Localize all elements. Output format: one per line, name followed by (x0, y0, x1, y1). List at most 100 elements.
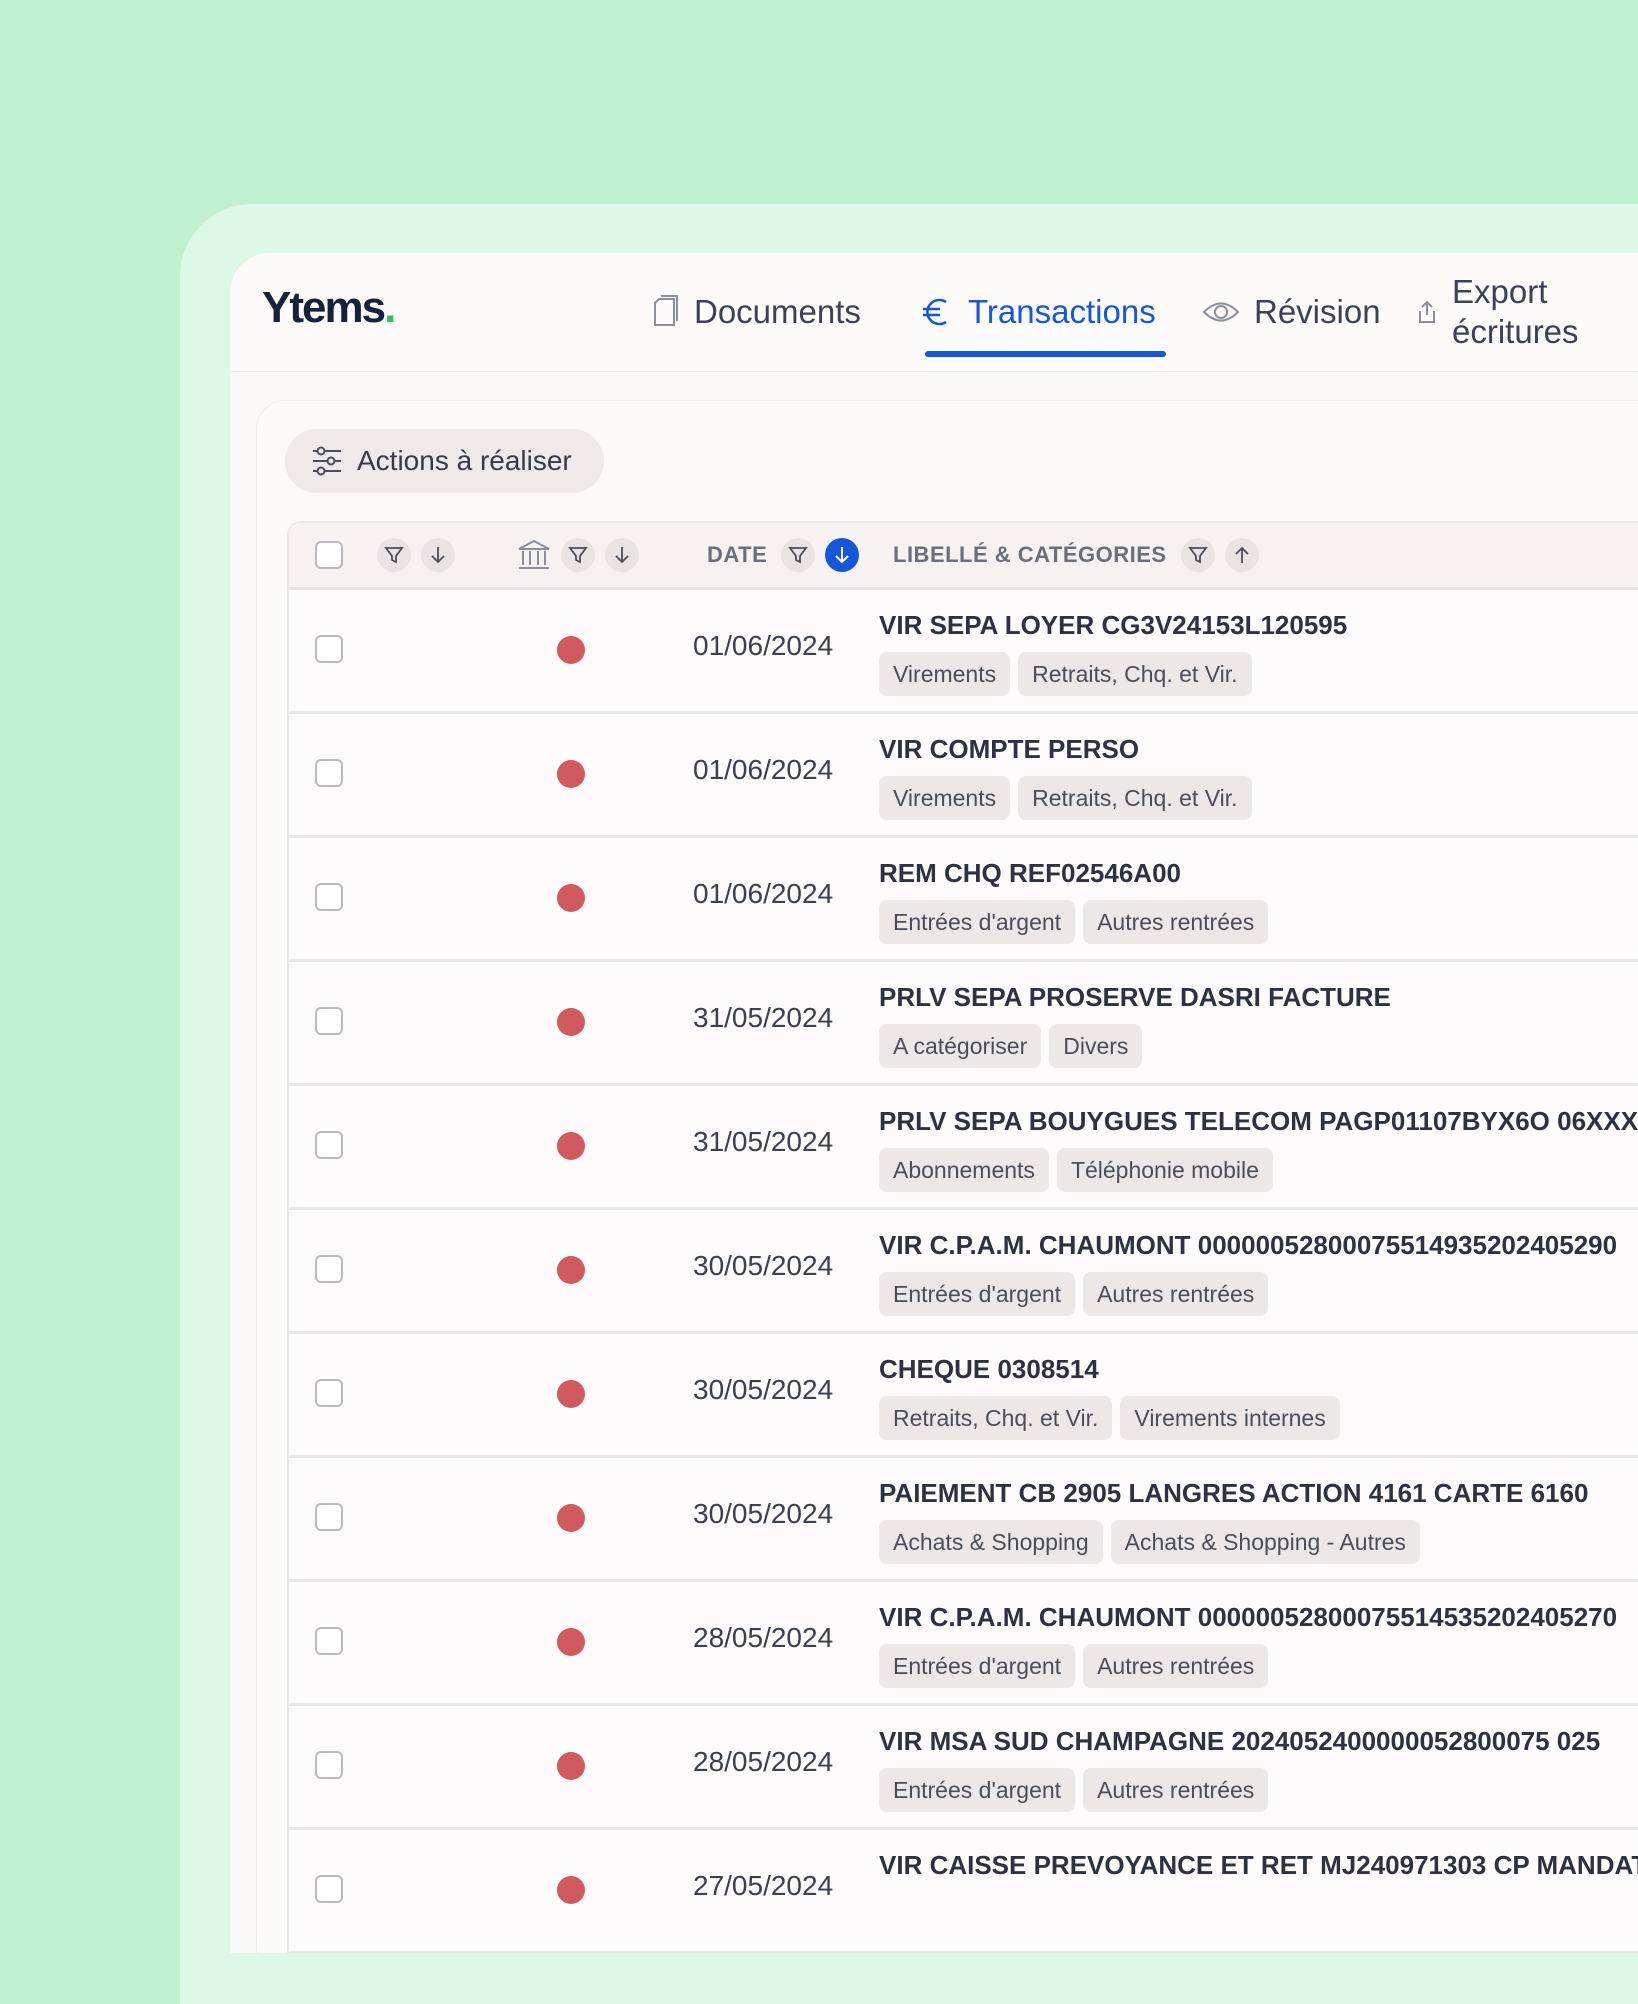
row-label[interactable]: PAIEMENT CB 2905 LANGRES ACTION 4161 CAR… (879, 1478, 1588, 1509)
row-checkbox[interactable] (315, 759, 343, 787)
row-date: 30/05/2024 (693, 1498, 834, 1529)
tab-export-label-line1: Export (1452, 273, 1548, 310)
row-categories: Virements Retraits, Chq. et Vir. (879, 776, 1260, 820)
document-icon (650, 294, 680, 330)
active-tab-indicator (925, 351, 1166, 357)
row-label[interactable]: VIR C.P.A.M. CHAUMONT 000000528000755149… (879, 1230, 1617, 1261)
filter-icon (568, 547, 588, 564)
category-tag[interactable]: Téléphonie mobile (1056, 1148, 1273, 1192)
row-categories: A catégoriser Divers (879, 1024, 1150, 1068)
table-row[interactable]: 28/05/2024 VIR C.P.A.M. CHAUMONT 00000052… (289, 1582, 1638, 1706)
table-row[interactable]: 01/06/2024 VIR SEPA LOYER CG3V24153L12059… (289, 590, 1638, 714)
row-date: 30/05/2024 (693, 1374, 834, 1405)
row-checkbox[interactable] (315, 1131, 343, 1159)
label-filter-button[interactable] (1180, 538, 1215, 572)
row-checkbox[interactable] (315, 1751, 343, 1779)
tab-revision[interactable]: Révision (1202, 253, 1381, 371)
category-tag[interactable]: Achats & Shopping - Autres (1110, 1520, 1420, 1564)
row-checkbox[interactable] (315, 1379, 343, 1407)
row-date: 01/06/2024 (693, 630, 834, 661)
category-tag[interactable]: Virements (879, 652, 1011, 696)
category-tag[interactable]: Entrées d'argent (879, 1768, 1076, 1812)
tab-export[interactable]: Export écritures (1416, 253, 1579, 371)
category-tag[interactable]: Retraits, Chq. et Vir. (1018, 652, 1252, 696)
status-dot (557, 636, 585, 664)
status-sort-button[interactable] (421, 538, 455, 572)
actions-button-label: Actions à réaliser (357, 445, 572, 476)
select-all-checkbox[interactable] (315, 541, 343, 569)
category-tag[interactable]: Entrées d'argent (879, 1644, 1076, 1688)
category-tag[interactable]: Retraits, Chq. et Vir. (1018, 776, 1252, 820)
table-row[interactable]: 27/05/2024 VIR CAISSE PREVOYANCE ET RET M… (289, 1830, 1638, 1953)
row-label[interactable]: VIR CAISSE PREVOYANCE ET RET MJ240971303… (879, 1850, 1638, 1881)
table-row[interactable]: 31/05/2024 PRLV SEPA BOUYGUES TELECOM PAG… (289, 1086, 1638, 1210)
row-label[interactable]: CHEQUE 0308514 (879, 1354, 1099, 1385)
status-dot (557, 760, 585, 788)
status-dot (557, 1752, 585, 1780)
app-logo[interactable]: Ytems. (262, 283, 396, 333)
row-label[interactable]: VIR C.P.A.M. CHAUMONT 000000528000755145… (879, 1602, 1617, 1633)
status-dot (557, 884, 585, 912)
row-checkbox[interactable] (315, 1875, 343, 1903)
table-row[interactable]: 28/05/2024 VIR MSA SUD CHAMPAGNE 20240524… (289, 1706, 1638, 1830)
export-icon (1416, 299, 1438, 325)
row-checkbox[interactable] (315, 635, 343, 663)
row-categories: Retraits, Chq. et Vir. Virements internes (879, 1396, 1348, 1440)
date-filter-button[interactable] (781, 538, 816, 572)
row-checkbox[interactable] (315, 1255, 343, 1283)
row-label[interactable]: VIR SEPA LOYER CG3V24153L120595 (879, 610, 1347, 641)
row-date: 28/05/2024 (693, 1622, 834, 1653)
row-checkbox[interactable] (315, 1627, 343, 1655)
date-header-label: DATE (707, 542, 768, 567)
category-tag[interactable]: Entrées d'argent (879, 1272, 1076, 1316)
transactions-panel: Actions à réaliser DATE LIBELLÉ & CATÉGO… (257, 401, 1638, 1953)
bank-sort-button[interactable] (605, 538, 639, 572)
logo-dot: . (384, 283, 396, 332)
date-column-header: DATE (707, 523, 869, 587)
category-tag[interactable]: Retraits, Chq. et Vir. (879, 1396, 1113, 1440)
category-tag[interactable]: Autres rentrées (1083, 1644, 1269, 1688)
status-dot (557, 1132, 585, 1160)
status-dot (557, 1628, 585, 1656)
actions-button[interactable]: Actions à réaliser (285, 429, 604, 493)
row-label[interactable]: VIR COMPTE PERSO (879, 734, 1139, 765)
label-column-header: LIBELLÉ & CATÉGORIES (893, 523, 1269, 587)
row-checkbox[interactable] (315, 1503, 343, 1531)
top-navigation-bar: Ytems. Documents Transactions Révision E… (230, 253, 1638, 372)
row-checkbox[interactable] (315, 883, 343, 911)
row-label[interactable]: PRLV SEPA PROSERVE DASRI FACTURE (879, 982, 1391, 1013)
table-row[interactable]: 31/05/2024 PRLV SEPA PROSERVE DASRI FACTU… (289, 962, 1638, 1086)
row-date: 01/06/2024 (693, 754, 834, 785)
status-dot (557, 1504, 585, 1532)
category-tag[interactable]: Entrées d'argent (879, 900, 1076, 944)
category-tag[interactable]: Autres rentrées (1083, 900, 1269, 944)
date-sort-button[interactable] (825, 538, 860, 572)
row-label[interactable]: PRLV SEPA BOUYGUES TELECOM PAGP01107BYX6… (879, 1106, 1638, 1137)
row-label[interactable]: REM CHQ REF02546A00 (879, 858, 1181, 889)
label-sort-button[interactable] (1224, 538, 1259, 572)
table-row[interactable]: 01/06/2024 REM CHQ REF02546A00 Entrées d'a… (289, 838, 1638, 962)
row-categories: Abonnements Téléphonie mobile (879, 1148, 1281, 1192)
table-body: 01/06/2024 VIR SEPA LOYER CG3V24153L12059… (289, 590, 1638, 1953)
category-tag[interactable]: A catégoriser (879, 1024, 1042, 1068)
status-filter-button[interactable] (377, 538, 411, 572)
category-tag[interactable]: Abonnements (879, 1148, 1049, 1192)
table-row[interactable]: 30/05/2024 VIR C.P.A.M. CHAUMONT 00000052… (289, 1210, 1638, 1334)
table-row[interactable]: 01/06/2024 VIR COMPTE PERSO Virements Retra… (289, 714, 1638, 838)
row-checkbox[interactable] (315, 1007, 343, 1035)
arrow-down-icon (615, 547, 629, 564)
category-tag[interactable]: Autres rentrées (1083, 1272, 1269, 1316)
table-row[interactable]: 30/05/2024 PAIEMENT CB 2905 LANGRES ACTIO… (289, 1458, 1638, 1582)
tab-documents[interactable]: Documents (650, 253, 861, 371)
row-label[interactable]: VIR MSA SUD CHAMPAGNE 202405240000005280… (879, 1726, 1600, 1757)
bank-filter-button[interactable] (561, 538, 595, 572)
category-tag[interactable]: Virements internes (1120, 1396, 1340, 1440)
category-tag[interactable]: Virements (879, 776, 1011, 820)
tab-export-label-line2: écritures (1452, 313, 1579, 350)
category-tag[interactable]: Achats & Shopping (879, 1520, 1103, 1564)
tab-transactions[interactable]: Transactions (920, 253, 1166, 371)
row-date: 28/05/2024 (693, 1746, 834, 1777)
category-tag[interactable]: Autres rentrées (1083, 1768, 1269, 1812)
category-tag[interactable]: Divers (1049, 1024, 1143, 1068)
table-row[interactable]: 30/05/2024 CHEQUE 0308514 Retraits, Chq. e… (289, 1334, 1638, 1458)
